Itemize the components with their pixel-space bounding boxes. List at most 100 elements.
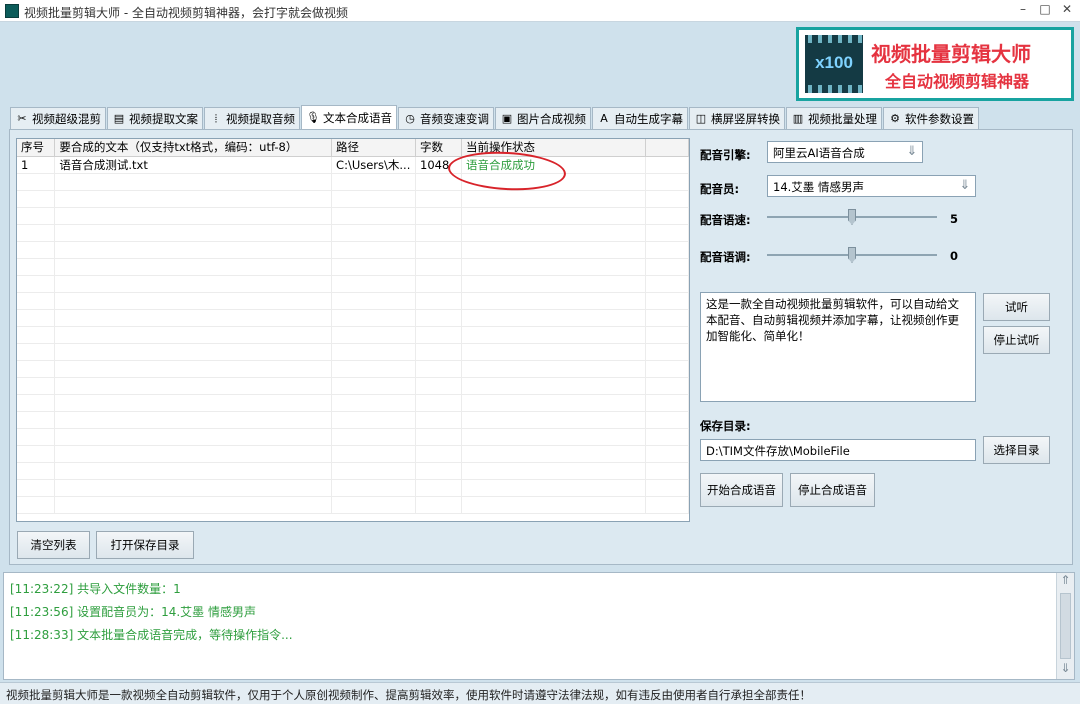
status-bar: 视频批量剪辑大师是一款视频全自动剪辑软件，仅用于个人原创视频制作、提高剪辑效率，…	[0, 682, 1080, 704]
table-row[interactable]	[17, 479, 689, 497]
preview-text-area[interactable]: 这是一款全自动视频批量剪辑软件，可以自动给文本配音、自动剪辑视频并添加字幕，让视…	[700, 292, 976, 402]
pitch-label: 配音语调:	[700, 250, 751, 264]
table-cell	[645, 445, 689, 463]
table-row[interactable]	[17, 428, 689, 446]
tab-label: 文本合成语音	[323, 110, 392, 125]
table-cell	[461, 394, 647, 412]
table-cell	[54, 275, 333, 293]
col-header-path[interactable]: 路径	[331, 139, 417, 157]
table-cell	[461, 496, 647, 514]
window-title: 视频批量剪辑大师 - 全自动视频剪辑神器，会打字就会做视频	[24, 6, 348, 20]
table-row[interactable]	[17, 190, 689, 208]
tab-3[interactable]: ⦙ 视频提取音频	[204, 107, 300, 129]
table-cell	[331, 462, 417, 480]
table-row[interactable]	[17, 445, 689, 463]
table-cell	[17, 275, 56, 293]
table-cell	[54, 411, 333, 429]
table-cell	[17, 258, 56, 276]
table-row[interactable]	[17, 343, 689, 361]
close-button[interactable]: ✕	[1060, 2, 1074, 16]
table-cell	[415, 207, 462, 225]
open-save-dir-button[interactable]: 打开保存目录	[96, 531, 194, 559]
table-row[interactable]	[17, 275, 689, 293]
table-cell	[415, 360, 462, 378]
table-cell	[461, 292, 647, 310]
engine-select[interactable]: 阿里云AI语音合成 ⇓	[767, 141, 923, 163]
scroll-up-icon[interactable]: ⇑	[1057, 573, 1074, 591]
table-cell	[461, 241, 647, 259]
col-header-status[interactable]: 当前操作状态	[461, 139, 647, 157]
table-row[interactable]	[17, 224, 689, 242]
table-row[interactable]	[17, 411, 689, 429]
stop-audition-button[interactable]: 停止试听	[983, 326, 1050, 354]
window-controls: – □ ✕	[1016, 2, 1074, 16]
table-cell	[17, 190, 56, 208]
table-row[interactable]	[17, 207, 689, 225]
log-scrollbar[interactable]: ⇑ ⇓	[1056, 573, 1074, 679]
table-cell	[54, 190, 333, 208]
save-dir-field[interactable]: D:\TIM文件存放\MobileFile	[700, 439, 976, 461]
table-cell	[331, 224, 417, 242]
scrollbar-thumb[interactable]	[1060, 593, 1071, 659]
tab-icon: ⦙	[214, 111, 218, 125]
col-header-text[interactable]: 要合成的文本（仅支持txt格式，编码：utf-8）	[54, 139, 333, 157]
stop-synthesis-button[interactable]: 停止合成语音	[790, 473, 875, 507]
table-cell	[17, 207, 56, 225]
tab-icon: ⚙	[890, 112, 900, 125]
tab-9[interactable]: ▥ 视频批量处理	[786, 107, 882, 129]
maximize-button[interactable]: □	[1038, 2, 1052, 16]
choose-dir-button[interactable]: 选择目录	[983, 436, 1050, 464]
voice-select[interactable]: 14.艾墨 情感男声 ⇓	[767, 175, 976, 197]
table-row[interactable]	[17, 309, 689, 327]
table-row[interactable]	[17, 292, 689, 310]
table-row[interactable]	[17, 462, 689, 480]
tab-7[interactable]: A 自动生成字幕	[592, 107, 688, 129]
table-cell	[17, 241, 56, 259]
table-cell	[331, 428, 417, 446]
start-synthesis-button[interactable]: 开始合成语音	[700, 473, 783, 507]
table-row[interactable]: 1 语音合成测试.txt C:\Users\木... 1048 语音合成成功	[17, 156, 689, 174]
table-cell	[415, 258, 462, 276]
table-row[interactable]	[17, 258, 689, 276]
minimize-button[interactable]: –	[1016, 2, 1030, 16]
table-row[interactable]	[17, 377, 689, 395]
tab-10[interactable]: ⚙ 软件参数设置	[883, 107, 979, 129]
table-cell	[461, 343, 647, 361]
col-header-index[interactable]: 序号	[17, 139, 56, 157]
tab-label: 图片合成视频	[517, 111, 586, 126]
slider-thumb[interactable]	[848, 209, 856, 225]
table-row[interactable]	[17, 496, 689, 514]
tab-5[interactable]: ◷ 音频变速变调	[398, 107, 494, 129]
table-cell	[415, 445, 462, 463]
tab-1[interactable]: ✂ 视频超级混剪	[10, 107, 106, 129]
table-row[interactable]	[17, 394, 689, 412]
table-cell	[645, 156, 689, 174]
tab-6[interactable]: ▣ 图片合成视频	[495, 107, 591, 129]
table-row[interactable]	[17, 173, 689, 191]
pitch-slider[interactable]	[767, 247, 937, 263]
speed-label: 配音语速:	[700, 213, 751, 227]
table-cell	[645, 173, 689, 191]
scroll-down-icon[interactable]: ⇓	[1057, 661, 1074, 679]
audition-button[interactable]: 试听	[983, 293, 1050, 321]
table-row[interactable]	[17, 326, 689, 344]
log-panel[interactable]: [11:23:22] 共导入文件数量：1 [11:23:56] 设置配音员为：1…	[3, 572, 1075, 680]
tab-8[interactable]: ◫ 横屏竖屏转换	[689, 107, 785, 129]
table-cell	[645, 207, 689, 225]
table-cell	[54, 309, 333, 327]
speed-slider[interactable]	[767, 209, 937, 225]
tab-icon: ▥	[792, 112, 804, 125]
clear-list-button[interactable]: 清空列表	[17, 531, 90, 559]
log-line: [11:28:33] 文本批量合成语音完成，等待操作指令...	[10, 628, 293, 642]
table-cell	[17, 224, 56, 242]
tab-2[interactable]: ▤ 视频提取文案	[107, 107, 203, 129]
table-row[interactable]	[17, 241, 689, 259]
table-row[interactable]	[17, 360, 689, 378]
col-header-count[interactable]: 字数	[415, 139, 462, 157]
table-cell	[415, 343, 462, 361]
tab-4[interactable]: 🎙 文本合成语音	[301, 105, 397, 129]
table-cell: C:\Users\木...	[331, 156, 417, 174]
slider-thumb[interactable]	[848, 247, 856, 263]
table-cell	[461, 275, 647, 293]
file-list-table[interactable]: 序号 要合成的文本（仅支持txt格式，编码：utf-8） 路径 字数 当前操作状…	[16, 138, 690, 522]
